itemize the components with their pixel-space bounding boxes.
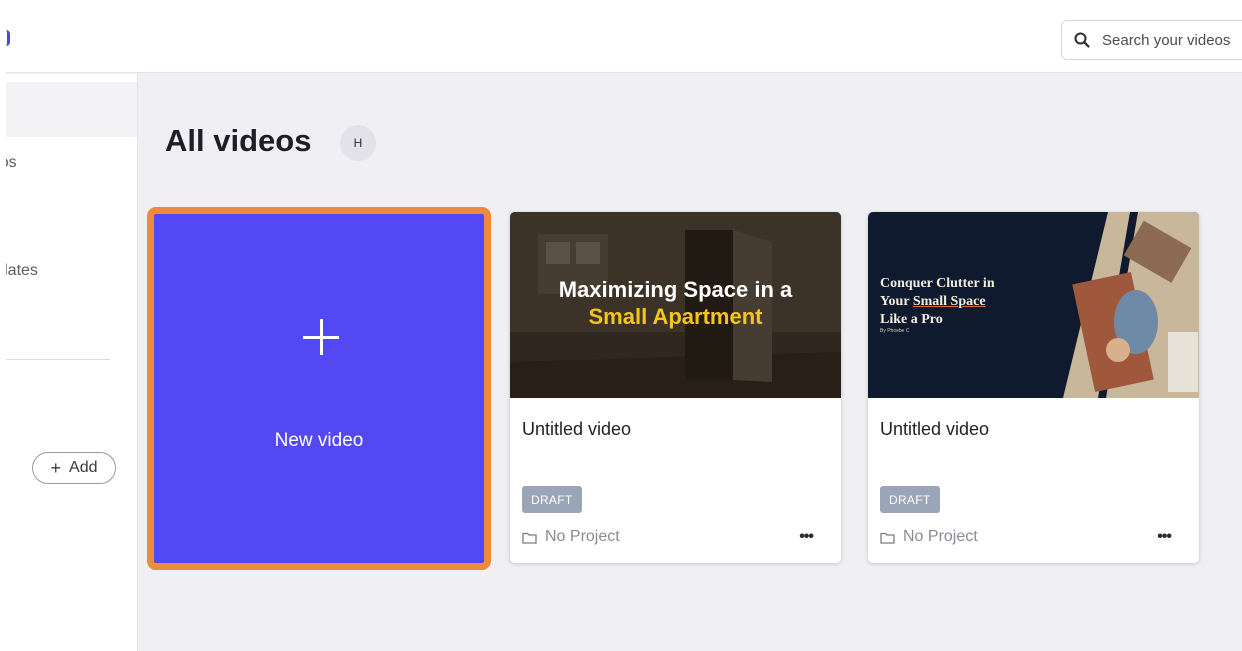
sidebar: Videos Templates + Add bbox=[6, 74, 138, 651]
add-button[interactable]: + Add bbox=[32, 452, 116, 484]
project-link[interactable]: No Project bbox=[522, 528, 620, 546]
plus-icon: + bbox=[50, 457, 62, 478]
video-thumbnail[interactable]: Maximizing Space in a Small Apartment bbox=[510, 212, 841, 398]
thumbnail-title-line1: Maximizing Space in a bbox=[558, 277, 793, 302]
more-options-icon[interactable]: ••• bbox=[799, 528, 814, 546]
thumbnail-title-line2: Your Small Space bbox=[880, 293, 995, 311]
logo-icon[interactable] bbox=[6, 30, 10, 46]
thumbnail-title-line3: Like a Pro bbox=[880, 312, 943, 327]
plus-icon bbox=[303, 319, 339, 355]
folder-icon bbox=[522, 532, 537, 544]
thumbnail-title-line2-prefix: Your bbox=[880, 294, 913, 309]
sidebar-divider bbox=[6, 359, 110, 360]
thumbnail-title-line2: Small Apartment bbox=[588, 304, 763, 329]
project-label: No Project bbox=[903, 528, 978, 545]
page-title: All videos bbox=[165, 123, 312, 158]
new-video-label: New video bbox=[274, 430, 364, 451]
sidebar-item-active-bg[interactable] bbox=[6, 82, 137, 137]
search-icon bbox=[1074, 32, 1090, 48]
video-thumbnail[interactable]: Conquer Clutter in Your Small Space Like… bbox=[868, 212, 1199, 398]
add-button-label: Add bbox=[69, 459, 98, 476]
search-box[interactable] bbox=[1061, 20, 1242, 60]
sidebar-item-templates[interactable]: Templates bbox=[6, 262, 137, 280]
more-options-icon[interactable]: ••• bbox=[1157, 528, 1172, 546]
sidebar-item-label: Videos bbox=[6, 154, 17, 171]
video-title[interactable]: Untitled video bbox=[522, 419, 631, 440]
sidebar-item-label: Templates bbox=[6, 262, 38, 279]
thumbnail-title-line2-highlight: Small Space bbox=[912, 294, 986, 309]
avatar[interactable]: H bbox=[340, 125, 376, 161]
search-input[interactable] bbox=[1102, 31, 1242, 49]
status-badge: DRAFT bbox=[880, 486, 940, 513]
app-window: Videos Templates + Add All videos H New … bbox=[6, 6, 1242, 651]
folder-icon bbox=[880, 532, 895, 544]
thumbnail-byline: By Phoebe C bbox=[880, 328, 910, 334]
project-label: No Project bbox=[545, 528, 620, 545]
status-badge: DRAFT bbox=[522, 486, 582, 513]
top-bar bbox=[6, 6, 1242, 73]
video-card[interactable]: Maximizing Space in a Small Apartment Un… bbox=[510, 212, 841, 563]
new-video-card[interactable]: New video bbox=[147, 207, 491, 570]
video-title[interactable]: Untitled video bbox=[880, 419, 989, 440]
video-card[interactable]: Conquer Clutter in Your Small Space Like… bbox=[868, 212, 1199, 563]
thumbnail-title-line1: Conquer Clutter in bbox=[880, 276, 995, 291]
sidebar-item-videos[interactable]: Videos bbox=[6, 154, 137, 172]
project-link[interactable]: No Project bbox=[880, 528, 978, 546]
